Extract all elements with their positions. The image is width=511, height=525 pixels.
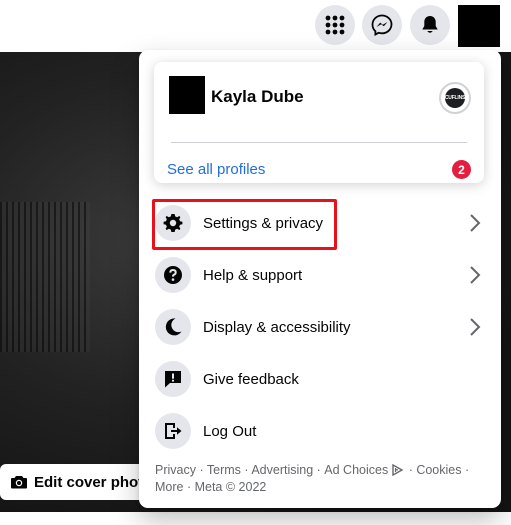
footer-link-terms[interactable]: Terms	[207, 463, 241, 477]
menu-item-give-feedback[interactable]: Give feedback	[147, 353, 493, 405]
logout-icon	[155, 413, 191, 449]
footer-link-privacy[interactable]: Privacy	[155, 463, 196, 477]
footer-separator: ·	[461, 463, 470, 477]
menu-footer-links: Privacy · Terms · Advertising · Ad Choic…	[155, 462, 485, 495]
switch-profile-badge: CUFLINS	[445, 88, 465, 108]
menu-item-log-out[interactable]: Log Out	[147, 405, 493, 457]
moon-icon	[155, 309, 191, 345]
gear-icon	[155, 205, 191, 241]
switch-profile-badge-text: CUFLINS	[444, 95, 466, 101]
footer-separator: ·	[405, 463, 417, 477]
top-navigation-bar	[0, 0, 511, 52]
footer-link-cookies[interactable]: Cookies	[416, 463, 461, 477]
chevron-right-icon	[470, 266, 481, 284]
ad-choices-icon	[392, 464, 404, 477]
chevron-right-icon	[470, 214, 481, 232]
notifications-button[interactable]	[410, 5, 450, 45]
chevron-right-icon	[470, 318, 481, 336]
account-avatar-button[interactable]	[458, 5, 500, 47]
facebook-page: Edit cover phot Kayla Dube CUFLINS See a…	[0, 0, 511, 525]
profile-card: Kayla Dube CUFLINS See all profiles 2	[154, 62, 484, 183]
footer-link-ad-choices[interactable]: Ad Choices	[324, 462, 405, 479]
menu-item-display-accessibility[interactable]: Display & accessibility	[147, 301, 493, 353]
footer-ad-choices-label: Ad Choices	[324, 463, 389, 477]
switch-profile-button[interactable]: CUFLINS	[439, 82, 471, 114]
footer-separator: ·	[195, 463, 207, 477]
menu-grid-icon	[325, 15, 345, 35]
footer-copyright: Meta © 2022	[194, 479, 267, 494]
question-icon	[155, 257, 191, 293]
footer-link-more[interactable]: More	[155, 480, 183, 494]
feedback-icon	[155, 361, 191, 397]
menu-item-help-support[interactable]: Help & support	[147, 249, 493, 301]
cover-bottom-strip	[0, 512, 511, 525]
edit-cover-label: Edit cover phot	[34, 473, 144, 491]
menu-item-label: Help & support	[203, 266, 303, 284]
messenger-button[interactable]	[362, 5, 402, 45]
menu-item-label: Display & accessibility	[203, 318, 351, 336]
footer-separator: ·	[183, 479, 195, 494]
menu-item-label: Give feedback	[203, 370, 299, 388]
profile-divider	[171, 142, 467, 143]
footer-link-advertising[interactable]: Advertising	[251, 463, 313, 477]
see-all-profiles-link[interactable]: See all profiles	[167, 161, 265, 178]
messenger-icon	[371, 14, 393, 36]
menu-item-settings-privacy[interactable]: Settings & privacy	[147, 197, 493, 249]
bell-icon	[422, 16, 438, 33]
menu-item-label: Settings & privacy	[203, 214, 324, 232]
camera-icon	[11, 476, 27, 489]
cover-texture	[0, 202, 90, 352]
profile-avatar[interactable]	[169, 76, 205, 114]
menu-button[interactable]	[315, 5, 355, 45]
notification-count-badge: 2	[452, 160, 471, 179]
footer-separator: ·	[240, 463, 252, 477]
account-dropdown-menu: Kayla Dube CUFLINS See all profiles 2 Se…	[139, 50, 501, 508]
profile-name[interactable]: Kayla Dube	[211, 87, 304, 107]
footer-separator: ·	[313, 463, 325, 477]
menu-item-label: Log Out	[203, 422, 257, 440]
